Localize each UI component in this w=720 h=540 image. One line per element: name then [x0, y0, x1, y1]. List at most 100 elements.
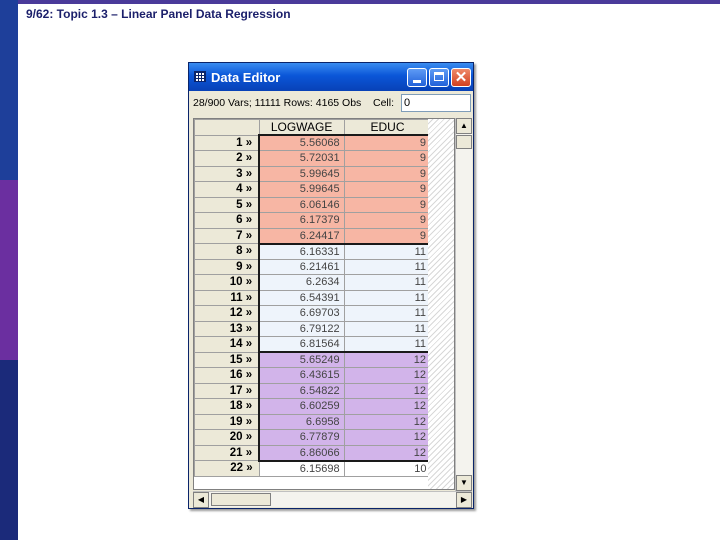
row-header[interactable]: 20 »: [194, 429, 260, 446]
row-header[interactable]: 17 »: [194, 382, 260, 399]
cell-input[interactable]: [401, 94, 471, 112]
cell-logwage[interactable]: 6.15698: [258, 460, 345, 477]
row-header[interactable]: 19 »: [194, 413, 260, 430]
cell-logwage[interactable]: 5.65249: [258, 351, 345, 368]
minimize-button[interactable]: [407, 68, 427, 87]
row-header[interactable]: 6 »: [194, 212, 260, 229]
row-header[interactable]: 15 »: [194, 351, 260, 368]
cell-logwage[interactable]: 5.99645: [258, 181, 345, 198]
table-row[interactable]: 16 » 6.43615 12: [194, 367, 432, 384]
table-row[interactable]: 9 » 6.21461 11: [194, 258, 432, 275]
column-header-logwage[interactable]: LOGWAGE: [258, 119, 345, 136]
cell-educ[interactable]: 9: [343, 212, 432, 229]
cell-educ[interactable]: 9: [343, 165, 432, 182]
table-row[interactable]: 7 » 6.24417 9: [194, 227, 432, 245]
table-row[interactable]: 3 » 5.99645 9: [194, 165, 432, 182]
cell-educ[interactable]: 12: [343, 444, 432, 462]
row-header[interactable]: 10 »: [194, 274, 260, 291]
cell-logwage[interactable]: 6.43615: [258, 367, 345, 384]
cell-logwage[interactable]: 6.54822: [258, 382, 345, 399]
cell-educ[interactable]: 12: [343, 413, 432, 430]
cell-educ[interactable]: 12: [343, 367, 432, 384]
scroll-down-button[interactable]: ▼: [456, 475, 472, 491]
table-row[interactable]: 11 » 6.54391 11: [194, 289, 432, 306]
table-row[interactable]: 17 » 6.54822 12: [194, 382, 432, 399]
row-header[interactable]: 14 »: [194, 336, 260, 353]
table-row[interactable]: 19 » 6.6958 12: [194, 413, 432, 430]
table-row[interactable]: 21 » 6.86066 12: [194, 444, 432, 462]
row-header[interactable]: 2 »: [194, 150, 260, 167]
table-row[interactable]: 13 » 6.79122 11: [194, 320, 432, 337]
row-header[interactable]: 3 »: [194, 165, 260, 182]
cell-logwage[interactable]: 6.77879: [258, 429, 345, 446]
cell-logwage[interactable]: 6.6958: [258, 413, 345, 430]
table-row[interactable]: 18 » 6.60259 12: [194, 398, 432, 415]
row-header[interactable]: 8 »: [194, 243, 260, 260]
table-row[interactable]: 15 » 5.65249 12: [194, 351, 432, 368]
vertical-scrollbar[interactable]: ▲ ▼: [455, 118, 472, 491]
cell-logwage[interactable]: 6.81564: [258, 336, 345, 353]
cell-logwage[interactable]: 6.16331: [258, 242, 345, 260]
cell-educ[interactable]: 12: [343, 429, 432, 446]
cell-educ[interactable]: 9: [343, 227, 432, 245]
data-editor-window[interactable]: Data Editor ✕ 28/900 Vars; 11111 Rows: 4…: [188, 62, 474, 509]
row-header[interactable]: 9 »: [194, 258, 260, 275]
row-header[interactable]: 4 »: [194, 181, 260, 198]
cell-logwage[interactable]: 6.21461: [258, 258, 345, 275]
row-header[interactable]: 11 »: [194, 289, 260, 306]
table-row[interactable]: 14 » 6.81564 11: [194, 336, 432, 353]
cell-logwage[interactable]: 6.24417: [258, 227, 345, 245]
row-header[interactable]: 16 »: [194, 367, 260, 384]
table-row[interactable]: 6 » 6.17379 9: [194, 212, 432, 229]
cell-logwage[interactable]: 5.99645: [258, 165, 345, 182]
cell-educ[interactable]: 11: [343, 320, 432, 337]
row-header[interactable]: 21 »: [194, 444, 260, 461]
cell-educ[interactable]: 11: [343, 258, 432, 275]
row-header[interactable]: 5 »: [194, 196, 260, 213]
table-row[interactable]: 10 » 6.2634 11: [194, 274, 432, 291]
cell-logwage[interactable]: 6.60259: [258, 398, 345, 415]
cell-logwage[interactable]: 6.54391: [258, 289, 345, 306]
cell-logwage[interactable]: 6.86066: [258, 444, 345, 462]
cell-educ[interactable]: 12: [343, 398, 432, 415]
cell-logwage[interactable]: 5.72031: [258, 150, 345, 167]
maximize-button[interactable]: [429, 68, 449, 87]
cell-educ[interactable]: 11: [343, 242, 432, 260]
row-header[interactable]: 22 »: [194, 460, 260, 477]
cell-educ[interactable]: 11: [343, 274, 432, 291]
horizontal-scrollbar[interactable]: ◀ ▶: [193, 491, 472, 508]
window-titlebar[interactable]: Data Editor ✕: [189, 63, 473, 91]
table-row[interactable]: 22 » 6.15698 10: [194, 460, 432, 477]
cell-educ[interactable]: 9: [343, 150, 432, 167]
cell-logwage[interactable]: 6.2634: [258, 274, 345, 291]
close-button[interactable]: ✕: [451, 68, 471, 87]
row-header[interactable]: 1 »: [194, 134, 260, 151]
data-grid[interactable]: LOGWAGE EDUC 1 » 5.56068 9 2 » 5.72031 9 3 » 5.…: [193, 118, 455, 490]
table-row[interactable]: 20 » 6.77879 12: [194, 429, 432, 446]
row-header[interactable]: 7 »: [194, 227, 260, 244]
cell-logwage[interactable]: 6.69703: [258, 305, 345, 322]
scroll-left-button[interactable]: ◀: [193, 492, 209, 508]
table-row[interactable]: 1 » 5.56068 9: [194, 134, 432, 151]
cell-educ[interactable]: 11: [343, 289, 432, 306]
cell-logwage[interactable]: 6.79122: [258, 320, 345, 337]
cell-logwage[interactable]: 5.56068: [258, 134, 345, 151]
table-row[interactable]: 2 » 5.72031 9: [194, 150, 432, 167]
cell-educ[interactable]: 9: [343, 134, 432, 151]
column-header-educ[interactable]: EDUC: [343, 119, 432, 136]
cell-educ[interactable]: 9: [343, 196, 432, 213]
table-row[interactable]: 5 » 6.06146 9: [194, 196, 432, 213]
cell-educ[interactable]: 12: [343, 351, 432, 368]
table-row[interactable]: 4 » 5.99645 9: [194, 181, 432, 198]
row-header[interactable]: 12 »: [194, 305, 260, 322]
scroll-up-button[interactable]: ▲: [456, 118, 472, 134]
scroll-right-button[interactable]: ▶: [456, 492, 472, 508]
cell-logwage[interactable]: 6.06146: [258, 196, 345, 213]
vertical-scroll-thumb[interactable]: [456, 135, 472, 149]
cell-logwage[interactable]: 6.17379: [258, 212, 345, 229]
table-row[interactable]: 12 » 6.69703 11: [194, 305, 432, 322]
cell-educ[interactable]: 12: [343, 382, 432, 399]
table-row[interactable]: 8 » 6.16331 11: [194, 242, 432, 260]
row-header[interactable]: 18 »: [194, 398, 260, 415]
row-header[interactable]: 13 »: [194, 320, 260, 337]
